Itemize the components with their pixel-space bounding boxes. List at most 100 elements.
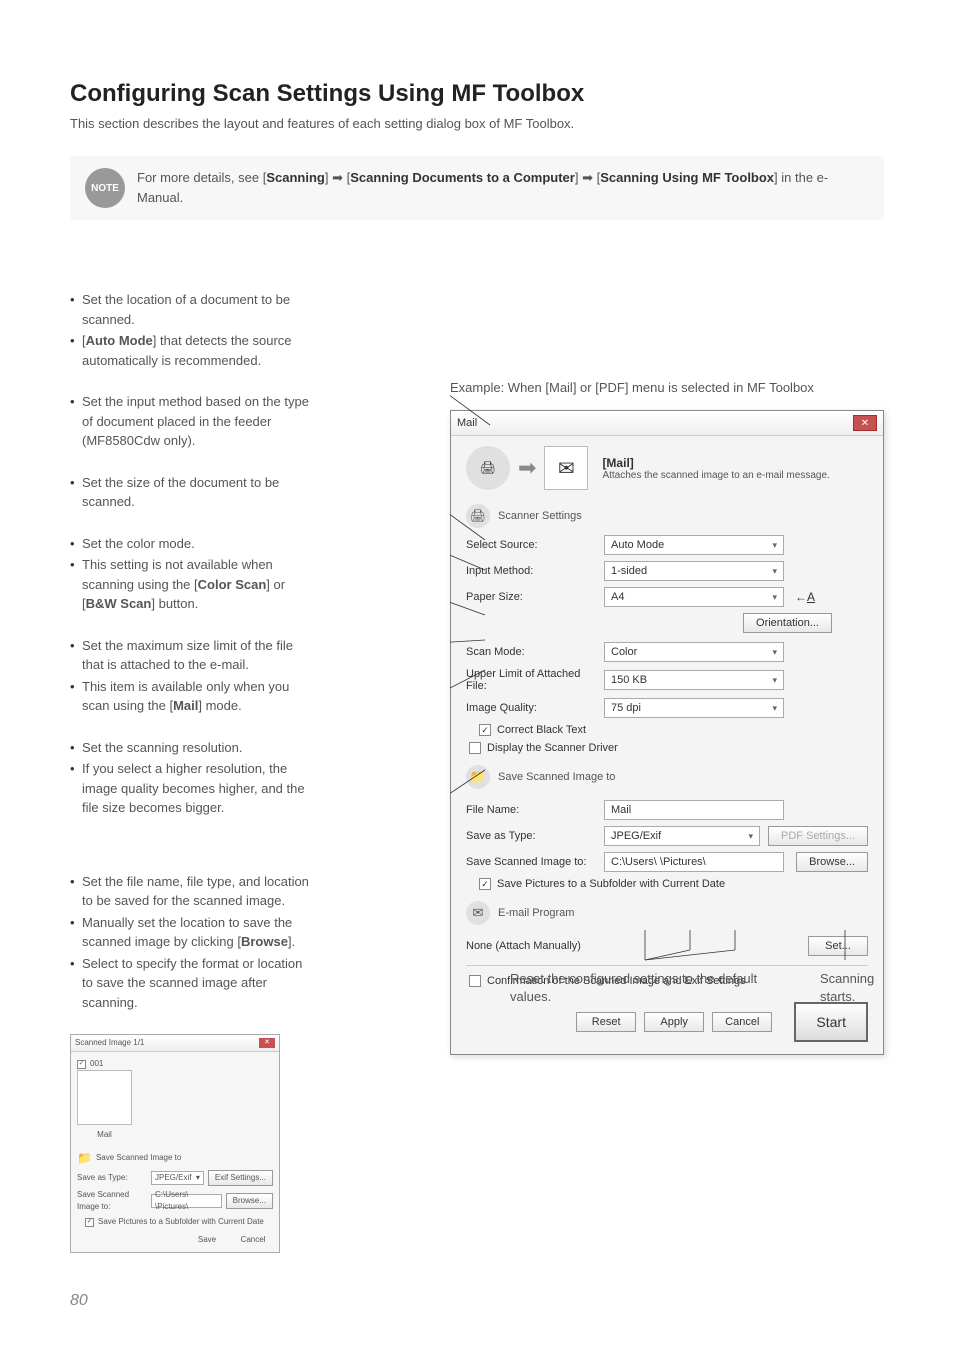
checkbox-display-driver[interactable] (469, 742, 481, 754)
dropdown-value: Auto Mode (611, 539, 664, 551)
sd-save-type-select[interactable]: JPEG/Exif▾ (151, 1171, 204, 1185)
section-label: E-mail Program (498, 907, 574, 919)
note-text: For more details, see [Scanning] ➡ [Scan… (137, 168, 869, 207)
subfolder-label: Save Pictures to a Subfolder with Curren… (497, 878, 725, 890)
correct-black-label: Correct Black Text (497, 724, 586, 736)
paper-size-dropdown[interactable]: A4 (604, 587, 784, 607)
bullet: Set the color mode. (70, 534, 310, 554)
thumb-label: Mail (77, 1129, 132, 1141)
note-badge: NOTE (85, 168, 125, 208)
bullet: Set the size of the document to be scann… (70, 473, 310, 512)
note-text-frag: ] (575, 170, 582, 185)
dropdown-value: JPEG/Exif (611, 830, 661, 842)
bullet: This item is available only when you sca… (70, 677, 310, 716)
none-attach-label: None (Attach Manually) (466, 940, 581, 952)
small-titlebar: Scanned Image 1/1 ✕ (71, 1035, 279, 1052)
orientation-button[interactable]: Orientation... (743, 613, 832, 633)
checkbox-confirmation[interactable] (469, 975, 481, 987)
select-source-dropdown[interactable]: Auto Mode (604, 535, 784, 555)
apply-button[interactable]: Apply (644, 1012, 704, 1032)
callout-reset: Reset the configured settings to the def… (510, 970, 780, 1006)
sd-value: JPEG/Exif (155, 1172, 191, 1184)
small-title: Scanned Image 1/1 (75, 1037, 144, 1049)
dialog-titlebar[interactable]: Mail ✕ (451, 411, 883, 436)
input-value: C:\Users\ \Pictures\ (611, 856, 706, 868)
page-title: Configuring Scan Settings Using MF Toolb… (70, 80, 884, 108)
bullet: [Auto Mode] that detects the source auto… (70, 331, 310, 370)
dialog-title: Mail (457, 417, 477, 429)
bullet-group-save: Set the file name, file type, and locati… (70, 872, 310, 1013)
input-method-dropdown[interactable]: 1-sided (604, 561, 784, 581)
bullet: Set the file name, file type, and locati… (70, 872, 310, 911)
bullet: Select to specify the format or location… (70, 954, 310, 1013)
bullet: Set the scanning resolution. (70, 738, 310, 758)
bullet-group-resolution: Set the scanning resolution. If you sele… (70, 738, 310, 818)
label-select-source: Select Source: (466, 539, 596, 551)
note-bold: Scanning (266, 170, 325, 185)
sd-subfolder-label: Save Pictures to a Subfolder with Curren… (98, 1216, 264, 1228)
bullet: Set the location of a document to be sca… (70, 290, 310, 329)
small-dialog: Scanned Image 1/1 ✕ ✓ 001 Mail 📁 Save Sca… (70, 1034, 280, 1253)
label-input-method: Input Method: (466, 565, 596, 577)
note-bold: Scanning Using MF Toolbox (600, 170, 774, 185)
dropdown-value: A4 (611, 591, 624, 603)
label-scan-mode: Scan Mode: (466, 646, 596, 658)
note-bold: Scanning Documents to a Computer (350, 170, 575, 185)
save-path-input[interactable]: C:\Users\ \Pictures\ (604, 852, 784, 872)
thumbnail[interactable] (77, 1070, 132, 1125)
orientation-icon: ←A (792, 587, 818, 607)
checkbox[interactable]: ✓ (77, 1060, 86, 1069)
page-number: 80 (70, 1292, 88, 1310)
envelope-icon: ✉ (544, 446, 588, 490)
display-driver-label: Display the Scanner Driver (487, 742, 618, 754)
example-label: Example: When [Mail] or [PDF] menu is se… (450, 380, 884, 395)
start-button[interactable]: Start (794, 1002, 868, 1042)
pdf-settings-button[interactable]: PDF Settings... (768, 826, 868, 846)
bullet: Manually set the location to save the sc… (70, 913, 310, 952)
header-title: [Mail] (602, 456, 633, 470)
file-name-input[interactable]: Mail (604, 800, 784, 820)
bullet-group-limit: Set the maximum size limit of the file t… (70, 636, 310, 716)
close-icon[interactable]: ✕ (259, 1038, 275, 1049)
sd-label: Save as Type: (77, 1172, 147, 1184)
image-quality-dropdown[interactable]: 75 dpi (604, 698, 784, 718)
dropdown-value: 1-sided (611, 565, 647, 577)
checkbox-correct-black[interactable]: ✓ (479, 724, 491, 736)
arrow-icon: ➡ (582, 170, 593, 185)
arrow-icon: ➡ (332, 170, 343, 185)
scanner-icon: 🖨 (466, 446, 510, 490)
checkbox-subfolder[interactable]: ✓ (479, 878, 491, 890)
sd-section: Save Scanned Image to (96, 1152, 181, 1164)
save-type-dropdown[interactable]: JPEG/Exif (604, 826, 760, 846)
sd-label: Save Scanned Image to: (77, 1189, 147, 1213)
close-icon[interactable]: ✕ (853, 415, 877, 431)
section-label: Save Scanned Image to (498, 771, 615, 783)
sd-path-field[interactable]: C:\Users\ \Pictures\ (151, 1194, 222, 1208)
bullet: If you select a higher resolution, the i… (70, 759, 310, 818)
dropdown-value: 150 KB (611, 674, 647, 686)
label-file-name: File Name: (466, 804, 596, 816)
browse-button[interactable]: Browse... (226, 1193, 273, 1209)
folder-icon: 📁 (466, 765, 490, 789)
scanner-icon: 🖨 (466, 504, 490, 528)
save-button[interactable]: Save (187, 1234, 227, 1246)
folder-icon: 📁 (77, 1149, 92, 1167)
note-text-frag: ] (325, 170, 332, 185)
callout-start: Scanning starts. (820, 970, 910, 1006)
reset-button[interactable]: Reset (576, 1012, 636, 1032)
checkbox[interactable]: ✓ (85, 1218, 94, 1227)
cancel-button[interactable]: Cancel (233, 1234, 273, 1246)
bullet-group-input: Set the input method based on the type o… (70, 392, 310, 451)
header-sub: Attaches the scanned image to an e-mail … (602, 470, 829, 481)
set-button[interactable]: Set... (808, 936, 868, 956)
cancel-button[interactable]: Cancel (712, 1012, 772, 1032)
thumb-index: 001 (90, 1058, 103, 1070)
browse-button[interactable]: Browse... (796, 852, 868, 872)
exif-button[interactable]: Exif Settings... (208, 1170, 273, 1186)
upper-limit-dropdown[interactable]: 150 KB (604, 670, 784, 690)
left-column: Set the location of a document to be sca… (70, 290, 310, 1253)
scan-mode-dropdown[interactable]: Color (604, 642, 784, 662)
sd-value: C:\Users\ \Pictures\ (155, 1189, 218, 1213)
label-upper-limit: Upper Limit of Attached File: (466, 668, 596, 692)
dropdown-value: 75 dpi (611, 702, 641, 714)
